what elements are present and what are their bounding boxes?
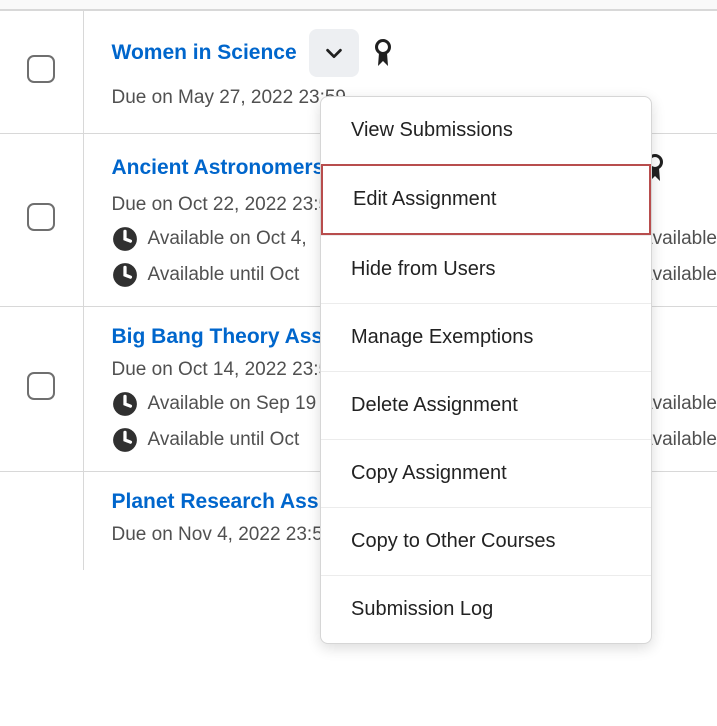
menu-view-submissions[interactable]: View Submissions	[321, 97, 651, 164]
actions-dropdown-menu: View Submissions Edit Assignment Hide fr…	[320, 96, 652, 644]
available-end: Available until Oct	[148, 429, 300, 451]
select-checkbox[interactable]	[27, 203, 55, 231]
actions-dropdown-button[interactable]	[309, 29, 359, 77]
available-start: Available on Sep 19	[148, 393, 317, 415]
clock-icon	[112, 391, 138, 417]
menu-edit-assignment[interactable]: Edit Assignment	[321, 164, 651, 235]
assignment-link[interactable]: Women in Science	[112, 41, 297, 65]
clock-icon	[112, 226, 138, 252]
select-checkbox[interactable]	[27, 372, 55, 400]
available-start: Available on Oct 4,	[148, 228, 307, 250]
menu-manage-exemptions[interactable]: Manage Exemptions	[321, 303, 651, 371]
menu-hide-from-users[interactable]: Hide from Users	[321, 235, 651, 303]
menu-delete-assignment[interactable]: Delete Assignment	[321, 371, 651, 439]
menu-copy-assignment[interactable]: Copy Assignment	[321, 439, 651, 507]
award-icon	[371, 37, 395, 69]
select-checkbox[interactable]	[27, 55, 55, 83]
menu-submission-log[interactable]: Submission Log	[321, 575, 651, 643]
chevron-down-icon	[323, 42, 345, 64]
spacer-bar	[0, 0, 717, 10]
assignment-link[interactable]: Ancient Astronomers	[112, 156, 325, 180]
available-end: Available until Oct	[148, 264, 300, 286]
clock-icon	[112, 427, 138, 453]
menu-copy-to-other-courses[interactable]: Copy to Other Courses	[321, 507, 651, 575]
clock-icon	[112, 262, 138, 288]
